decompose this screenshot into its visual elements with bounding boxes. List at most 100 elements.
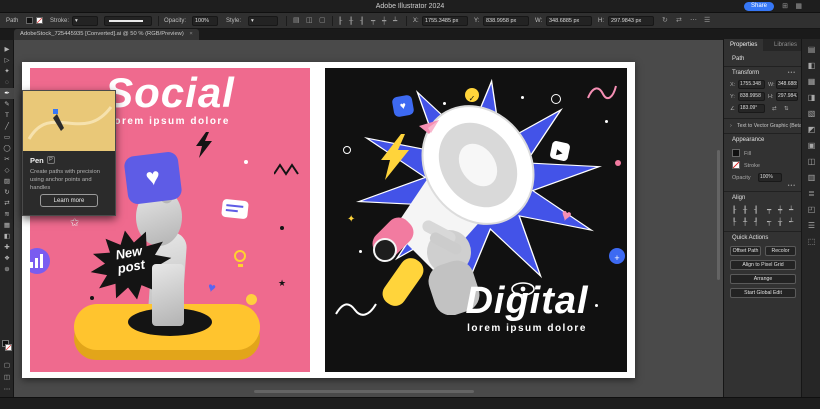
arrange-button[interactable]: Arrange — [730, 274, 796, 284]
tool-shape-builder[interactable]: ▨ — [0, 176, 14, 187]
tool-rotate[interactable]: ↻ — [0, 187, 14, 198]
w-field[interactable]: 348.6885 px — [546, 16, 592, 26]
close-tab-icon[interactable]: × — [189, 31, 192, 37]
align-middle-icon[interactable]: ┿ — [382, 13, 386, 29]
more-options-icon[interactable]: ⋯ — [690, 13, 697, 29]
start-global-edit-button[interactable]: Start Global Edit — [730, 288, 796, 298]
transparency-panel-icon[interactable]: ▣ — [802, 141, 820, 150]
panel-h-field[interactable]: 297.9843 — [776, 92, 798, 101]
digital-design[interactable]: ♥ ✓ ▶ ♥ + ✦ Digital lorem ipsum dolore — [325, 68, 627, 372]
align-right-icon[interactable]: ┨ — [754, 206, 758, 214]
draw-mode-icon[interactable]: ▢ — [0, 360, 14, 371]
tool-type[interactable]: T — [0, 110, 14, 121]
tool-eyedropper[interactable]: ✚ — [0, 242, 14, 253]
layers-panel-icon[interactable]: ▤ — [802, 45, 820, 54]
recolor-button[interactable]: Recolor — [765, 246, 796, 256]
y-field[interactable]: 838.9958 px — [483, 16, 529, 26]
align-right-icon[interactable]: ┨ — [360, 13, 364, 29]
grid-icon[interactable]: ⊞ — [782, 2, 788, 11]
swatches-panel-icon[interactable]: ▦ — [802, 77, 820, 86]
offset-path-button[interactable]: Offset Path — [730, 246, 761, 256]
text-to-vector-row[interactable]: Text to Vector Graphic (Beta) — [737, 123, 804, 129]
stroke-panel-icon[interactable]: ▧ — [802, 109, 820, 118]
share-button[interactable]: Share — [744, 2, 774, 11]
tool-rectangle[interactable]: ▭ — [0, 132, 14, 143]
shear-icon[interactable]: ⇄ — [676, 13, 682, 29]
graphic-styles-panel-icon[interactable]: ◰ — [802, 205, 820, 214]
preferences-icon[interactable]: ◫ — [306, 13, 313, 29]
appearance-opacity-field[interactable]: 100% — [758, 173, 782, 182]
panel-angle-field[interactable]: 183.09° — [738, 104, 765, 113]
align-bottom-icon[interactable]: ┷ — [393, 13, 397, 29]
tool-gradient[interactable]: ◧ — [0, 231, 14, 242]
canvas[interactable]: Social lorem ipsum dolore — [14, 40, 723, 397]
screen-mode-icon[interactable]: ◫ — [0, 372, 14, 383]
horizontal-scrollbar[interactable] — [254, 390, 474, 393]
tab-properties[interactable]: Properties — [724, 39, 763, 51]
style-dropdown[interactable]: ▾ — [248, 16, 278, 26]
toolbar-stroke-swatch[interactable] — [5, 344, 12, 351]
document-setup-icon[interactable]: ▤ — [293, 13, 300, 29]
align-top-icon[interactable]: ┯ — [767, 206, 771, 214]
tool-hand[interactable]: ❖ — [0, 253, 14, 264]
menu-icon[interactable]: ☰ — [704, 13, 710, 29]
tool-line-segment[interactable]: ╱ — [0, 121, 14, 132]
align-h-center-icon[interactable]: ╂ — [743, 206, 747, 214]
appearance-panel-icon[interactable]: ≣ — [802, 189, 820, 198]
h-field[interactable]: 297.9843 px — [608, 16, 654, 26]
tool-shaper[interactable]: ◇ — [0, 165, 14, 176]
tool-scissors[interactable]: ✂ — [0, 154, 14, 165]
ttv-chevron-icon[interactable]: › — [730, 123, 732, 129]
document-tab[interactable]: AdobeStock_725445935 [Converted].ai @ 50… — [14, 29, 199, 40]
gradient-panel-icon[interactable]: ◩ — [802, 125, 820, 134]
distribute-h-icon[interactable]: ╀ — [743, 218, 747, 226]
artboards-panel-icon[interactable]: ▥ — [802, 173, 820, 182]
panel-x-field[interactable]: 1755.348 — [738, 80, 765, 89]
color-panel-icon[interactable]: ◧ — [802, 61, 820, 70]
edit-toolbar-icon[interactable]: ⋯ — [0, 384, 14, 395]
distribute-top-icon[interactable]: ┭ — [767, 218, 771, 226]
flip-horizontal-icon[interactable]: ⇄ — [772, 106, 777, 112]
tool-direct-selection[interactable]: ▷ — [0, 55, 14, 66]
stroke-swatch[interactable] — [36, 17, 43, 24]
history-panel-icon[interactable]: ⬚ — [802, 237, 820, 246]
brushes-panel-icon[interactable]: ◨ — [802, 93, 820, 102]
panel-w-field[interactable]: 348.6885 — [776, 80, 798, 89]
align-v-center-icon[interactable]: ┿ — [778, 206, 782, 214]
transform-icon[interactable]: ↻ — [662, 13, 668, 29]
align-left-icon[interactable]: ┠ — [338, 13, 342, 29]
symbols-panel-icon[interactable]: ◫ — [802, 157, 820, 166]
flip-vertical-icon[interactable]: ⇅ — [784, 106, 789, 112]
appearance-fill-swatch[interactable] — [732, 149, 740, 157]
tab-libraries[interactable]: Libraries — [768, 39, 803, 51]
x-field[interactable]: 1755.3485 px — [422, 16, 468, 26]
appearance-stroke-swatch[interactable] — [732, 161, 740, 169]
brush-definition-dropdown[interactable] — [104, 16, 152, 26]
workspace-icon[interactable]: ▦ — [795, 2, 802, 11]
vertical-scrollbar[interactable] — [717, 150, 720, 280]
tool-scale[interactable]: ⇄ — [0, 198, 14, 209]
appearance-more-icon[interactable]: ••• — [788, 183, 796, 189]
align-pixel-grid-button[interactable]: Align to Pixel Grid — [730, 260, 796, 270]
tool-mesh[interactable]: ▦ — [0, 220, 14, 231]
isolate-icon[interactable]: ▢ — [319, 13, 326, 29]
align-center-icon[interactable]: ╂ — [349, 13, 353, 29]
distribute-left-icon[interactable]: ┞ — [732, 218, 736, 226]
fill-swatch[interactable] — [26, 17, 33, 24]
tool-width[interactable]: ≋ — [0, 209, 14, 220]
tool-lasso[interactable]: ◌ — [0, 77, 14, 88]
align-left-icon[interactable]: ┠ — [732, 206, 736, 214]
stroke-weight-dropdown[interactable]: ▾ — [72, 16, 98, 26]
tool-selection[interactable]: ▶ — [0, 44, 14, 55]
distribute-right-icon[interactable]: ┦ — [754, 218, 758, 226]
tool-ellipse[interactable]: ◯ — [0, 143, 14, 154]
distribute-v-icon[interactable]: ╁ — [778, 218, 782, 226]
transform-more-icon[interactable]: ••• — [788, 70, 796, 76]
panel-y-field[interactable]: 838.9958 — [738, 92, 765, 101]
learn-more-button[interactable]: Learn more — [40, 194, 98, 207]
distribute-bottom-icon[interactable]: ┵ — [789, 218, 793, 226]
tool-pen[interactable]: ✒ — [0, 88, 14, 99]
opacity-dropdown[interactable]: 100% — [192, 16, 218, 26]
tool-magic-wand[interactable]: ✦ — [0, 66, 14, 77]
align-bottom-icon[interactable]: ┷ — [789, 206, 793, 214]
